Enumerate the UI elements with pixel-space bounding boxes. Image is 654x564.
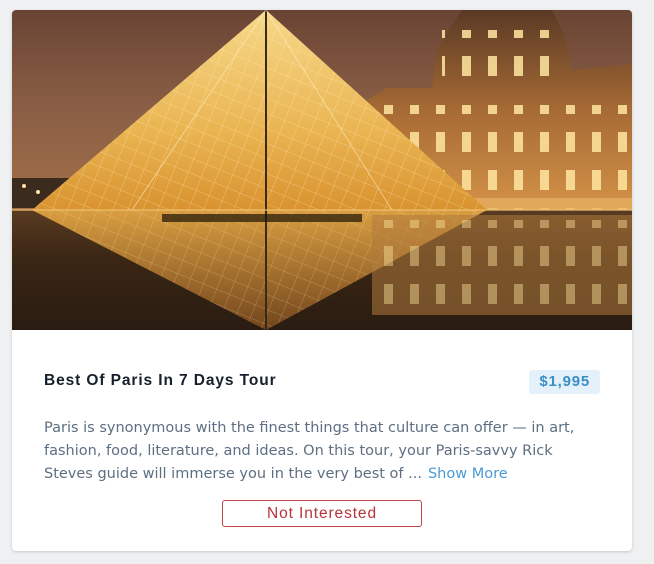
- price-badge: $1,995: [529, 370, 600, 394]
- tour-info: Best Of Paris In 7 Days Tour $1,995 Pari…: [12, 330, 632, 551]
- tour-card: Best Of Paris In 7 Days Tour $1,995 Pari…: [12, 10, 632, 551]
- not-interested-button[interactable]: Not Interested: [222, 500, 422, 527]
- tour-description: Paris is synonymous with the finest thin…: [44, 417, 604, 486]
- tour-title: Best Of Paris In 7 Days Tour: [44, 372, 277, 389]
- show-more-link[interactable]: Show More: [428, 466, 508, 482]
- tour-photo: [12, 10, 632, 330]
